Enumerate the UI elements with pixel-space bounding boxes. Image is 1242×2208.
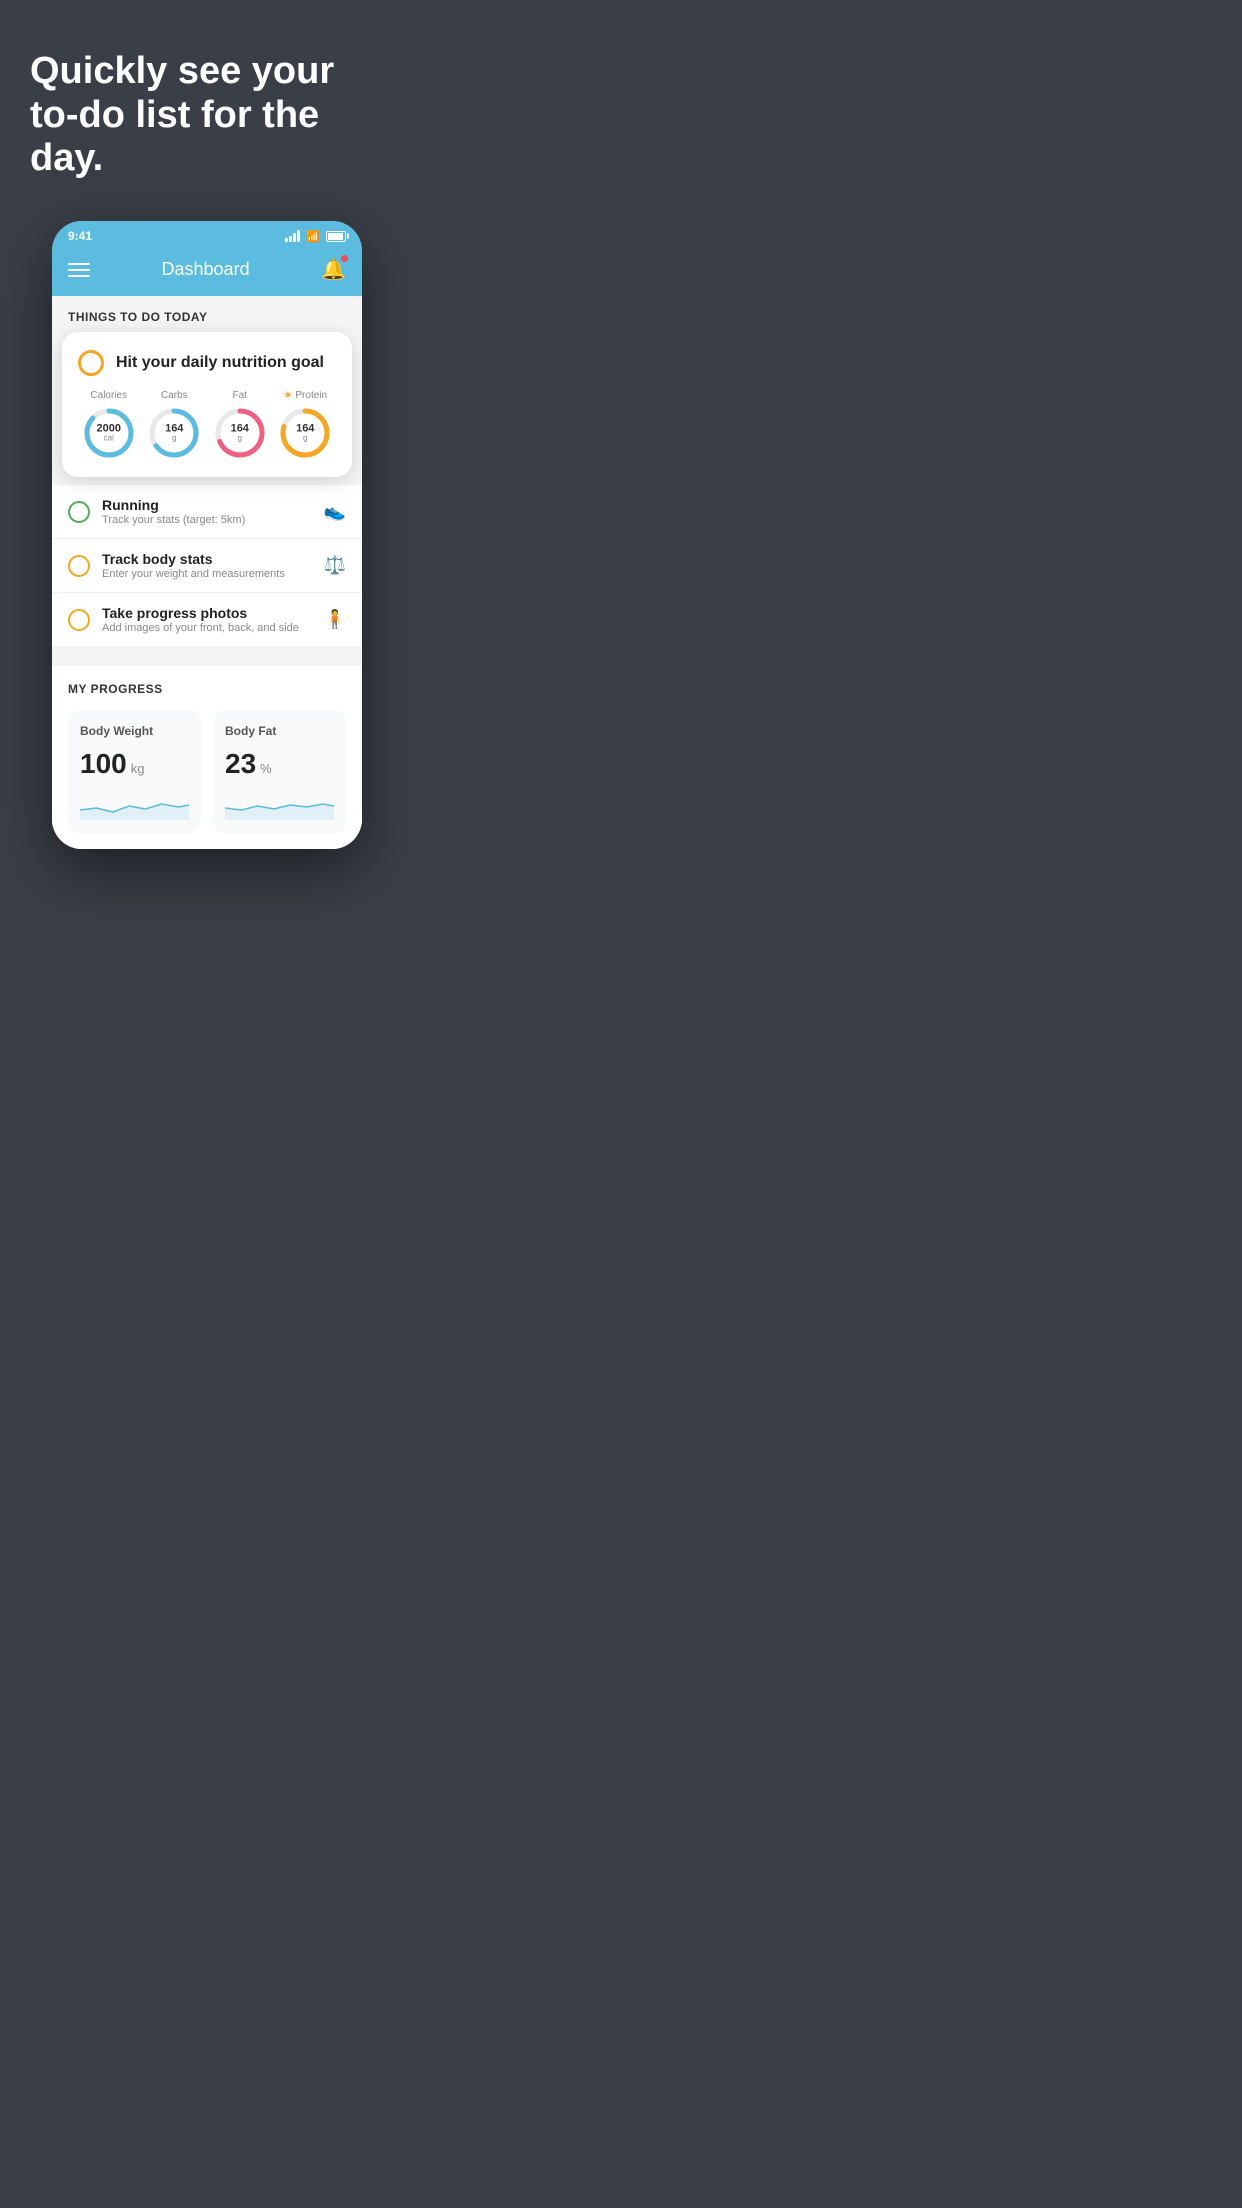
running-subtitle: Track your stats (target: 5km)	[102, 514, 312, 526]
body-fat-card-title: Body Fat	[225, 724, 334, 738]
progress-photos-subtitle: Add images of your front, back, and side	[102, 622, 312, 634]
hero-title: Quickly see your to-do list for the day.	[30, 50, 384, 181]
body-stats-subtitle: Enter your weight and measurements	[102, 568, 312, 580]
carbs-label: Carbs	[161, 390, 188, 401]
nav-title: Dashboard	[162, 259, 250, 280]
running-shoe-icon: 👟	[324, 501, 346, 522]
carbs-donut: 164 g	[146, 405, 202, 461]
progress-section: MY PROGRESS Body Weight 100 kg	[52, 666, 362, 849]
body-stats-title: Track body stats	[102, 551, 312, 567]
person-icon: 🧍	[324, 609, 346, 630]
running-text: Running Track your stats (target: 5km)	[102, 497, 312, 526]
hero-section: Quickly see your to-do list for the day.	[0, 0, 414, 211]
protein-label: ★ Protein	[283, 390, 327, 401]
body-stats-text: Track body stats Enter your weight and m…	[102, 551, 312, 580]
protein-star-icon: ★	[283, 390, 292, 401]
progress-photos-title: Take progress photos	[102, 605, 312, 621]
status-icons: 📶	[285, 230, 346, 243]
notification-bell-button[interactable]: 🔔	[321, 257, 346, 282]
nutrition-carbs: Carbs 164 g	[146, 390, 202, 461]
notification-dot	[341, 255, 348, 262]
signal-bars-icon	[285, 230, 300, 242]
nutrition-fat: Fat 164 g	[212, 390, 268, 461]
body-stats-check-circle[interactable]	[68, 555, 90, 577]
nutrition-card-title-row: Hit your daily nutrition goal	[78, 350, 336, 376]
body-weight-value-row: 100 kg	[80, 748, 189, 780]
calories-donut: 2000 cal	[81, 405, 137, 461]
progress-cards: Body Weight 100 kg Body Fat	[68, 710, 346, 833]
body-weight-card-title: Body Weight	[80, 724, 189, 738]
todo-list: Running Track your stats (target: 5km) 👟…	[52, 485, 362, 646]
wifi-icon: 📶	[306, 230, 320, 243]
fat-unit: g	[231, 435, 249, 443]
carbs-unit: g	[165, 435, 183, 443]
app-content: THINGS TO DO TODAY Hit your daily nutrit…	[52, 296, 362, 849]
progress-photos-text: Take progress photos Add images of your …	[102, 605, 312, 634]
hamburger-menu-button[interactable]	[68, 263, 90, 277]
body-fat-value: 23	[225, 748, 256, 780]
body-fat-chart	[225, 790, 334, 820]
scale-icon: ⚖️	[324, 555, 346, 576]
todo-item-running[interactable]: Running Track your stats (target: 5km) 👟	[52, 485, 362, 539]
protein-unit: g	[296, 435, 314, 443]
progress-section-title: MY PROGRESS	[68, 682, 346, 696]
battery-icon	[326, 231, 346, 242]
nav-bar: Dashboard 🔔	[52, 247, 362, 296]
nutrition-card: Hit your daily nutrition goal Calories	[62, 332, 352, 477]
nutrition-grid: Calories 2000 cal	[78, 390, 336, 461]
fat-label: Fat	[233, 390, 247, 401]
nutrition-card-title: Hit your daily nutrition goal	[116, 354, 324, 372]
status-time: 9:41	[68, 229, 92, 243]
calories-label: Calories	[90, 390, 127, 401]
phone-mockup: 9:41 📶 Dashboard 🔔	[52, 221, 362, 849]
progress-photos-check-circle[interactable]	[68, 609, 90, 631]
fat-donut: 164 g	[212, 405, 268, 461]
nutrition-calories: Calories 2000 cal	[81, 390, 137, 461]
body-weight-card[interactable]: Body Weight 100 kg	[68, 710, 201, 833]
todo-item-progress-photos[interactable]: Take progress photos Add images of your …	[52, 593, 362, 646]
body-fat-value-row: 23 %	[225, 748, 334, 780]
protein-donut: 164 g	[277, 405, 333, 461]
body-weight-chart	[80, 790, 189, 820]
body-fat-card[interactable]: Body Fat 23 %	[213, 710, 346, 833]
body-fat-unit: %	[260, 761, 272, 776]
todo-item-body-stats[interactable]: Track body stats Enter your weight and m…	[52, 539, 362, 593]
nutrition-check-circle[interactable]	[78, 350, 104, 376]
running-title: Running	[102, 497, 312, 513]
page-wrapper: Quickly see your to-do list for the day.…	[0, 0, 414, 899]
status-bar: 9:41 📶	[52, 221, 362, 247]
nutrition-protein: ★ Protein 164 g	[277, 390, 333, 461]
body-weight-value: 100	[80, 748, 127, 780]
calories-unit: cal	[97, 435, 121, 443]
things-to-do-header: THINGS TO DO TODAY	[52, 296, 362, 332]
running-check-circle[interactable]	[68, 501, 90, 523]
body-weight-unit: kg	[131, 761, 145, 776]
